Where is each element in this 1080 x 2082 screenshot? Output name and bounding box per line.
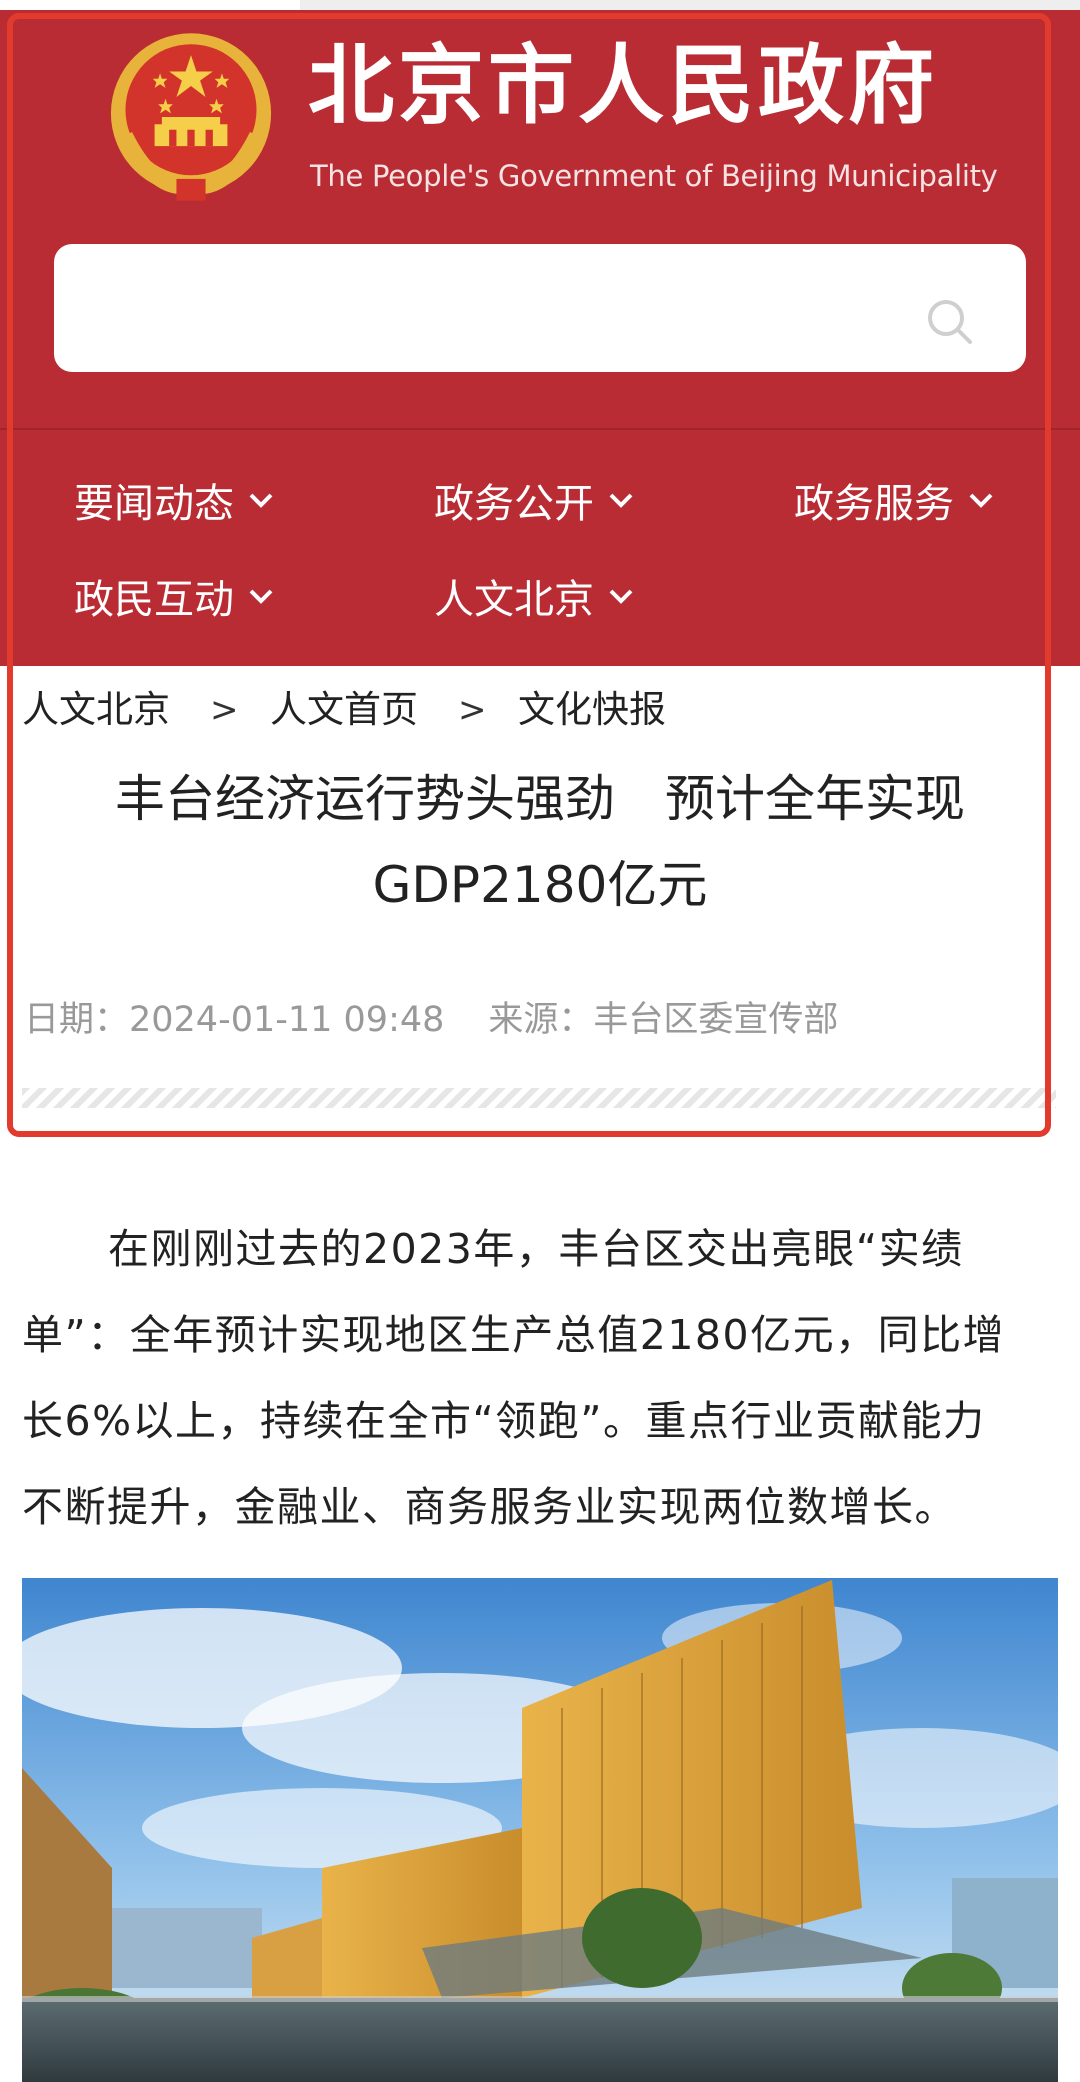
nav-item-label: 政务公开 [434, 481, 594, 527]
site-subtitle: The People's Government of Beijing Munic… [310, 159, 998, 193]
breadcrumb-separator: > [210, 690, 239, 730]
chevron-down-icon [249, 589, 273, 604]
breadcrumb-item[interactable]: 人文北京 [22, 684, 170, 736]
search-input[interactable] [80, 268, 940, 348]
nav-item-label: 政务服务 [794, 481, 954, 527]
breadcrumb-item[interactable]: 人文首页 [270, 684, 418, 736]
page: 北京市人民政府 The People's Government of Beiji… [0, 0, 1080, 2082]
chevron-down-icon [609, 589, 633, 604]
nav-item-label: 人文北京 [434, 577, 594, 623]
article-body: 在刚刚过去的2023年，丰台区交出亮眼“实绩 单”：全年预计实现地区生产总值21… [22, 1206, 1042, 1550]
breadcrumb-item[interactable]: 文化快报 [518, 684, 666, 736]
site-header: 北京市人民政府 The People's Government of Beiji… [0, 0, 1080, 666]
nav-item-label: 要闻动态 [74, 481, 234, 527]
article-title-line: GDP2180亿元 [372, 856, 708, 914]
nav-item-gov-services[interactable]: 政务服务 [794, 472, 994, 528]
nav-divider [0, 428, 1080, 430]
hatched-divider [22, 1088, 1056, 1108]
nav-item-news[interactable]: 要闻动态 [74, 472, 274, 528]
article-title: 丰台经济运行势头强劲 预计全年实现 GDP2180亿元 [40, 756, 1040, 928]
national-emblem-icon [110, 33, 272, 201]
article-photo [22, 1578, 1058, 2082]
chevron-down-icon [969, 493, 993, 508]
nav-item-interaction[interactable]: 政民互动 [74, 568, 274, 624]
body-line: 长6%以上，持续在全市“领跑”。重点行业贡献能力 [22, 1397, 986, 1445]
body-line: 单”：全年预计实现地区生产总值2180亿元，同比增 [22, 1311, 1006, 1359]
site-title: 北京市人民政府 [308, 36, 938, 136]
chevron-down-icon [609, 493, 633, 508]
nav-item-humanities-beijing[interactable]: 人文北京 [434, 568, 634, 624]
article-date: 日期：2024-01-11 09:48 [24, 1000, 445, 1040]
article-meta: 日期：2024-01-11 09:48 来源：丰台区委宣传部 [24, 994, 838, 1046]
body-line: 在刚刚过去的2023年，丰台区交出亮眼“实绩 [108, 1225, 964, 1273]
search-icon[interactable] [924, 296, 976, 348]
article-source: 来源：丰台区委宣传部 [488, 1000, 839, 1040]
nav-item-gov-affairs-open[interactable]: 政务公开 [434, 472, 634, 528]
breadcrumb: 人文北京 > 人文首页 > 文化快报 [22, 684, 1062, 736]
search-box[interactable] [54, 244, 1026, 372]
nav-item-label: 政民互动 [74, 577, 234, 623]
breadcrumb-separator: > [458, 690, 487, 730]
chevron-down-icon [249, 493, 273, 508]
article-title-line: 丰台经济运行势头强劲 预计全年实现 [115, 770, 965, 828]
body-line: 不断提升，金融业、商务服务业实现两位数增长。 [22, 1483, 957, 1531]
